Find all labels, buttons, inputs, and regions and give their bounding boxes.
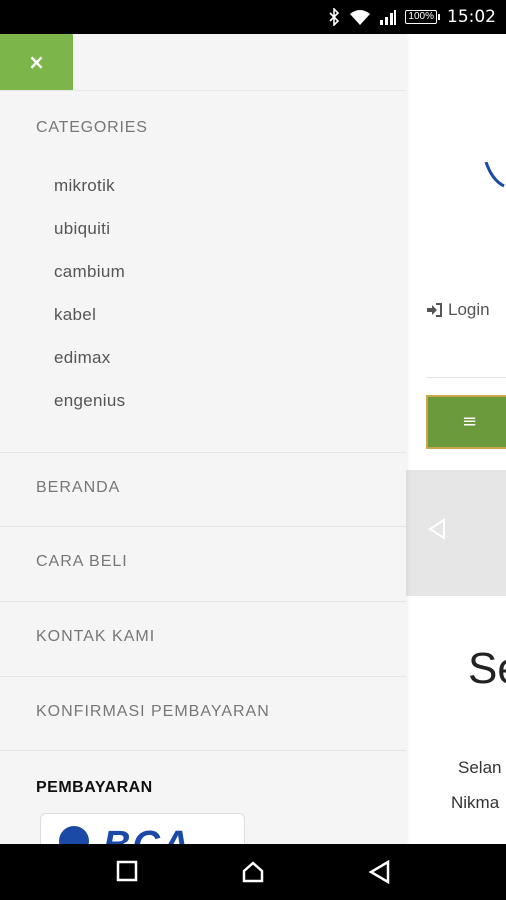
nav-drawer: × CATEGORIES mikrotik ubiquiti cambium k… [0,34,406,844]
nav-item-kontak-kami[interactable]: KONTAK KAMI [0,601,406,675]
bank-logo-text: BCA [103,824,191,844]
category-item-engenius[interactable]: engenius [54,389,125,432]
payment-heading: PEMBAYARAN [36,779,153,796]
category-item-cambium[interactable]: cambium [54,260,125,303]
category-item-kabel[interactable]: kabel [54,303,125,346]
nav-item-konfirmasi-pembayaran[interactable]: KONFIRMASI PEMBAYARAN [0,676,406,750]
category-list: mikrotik ubiquiti cambium kabel edimax e… [54,174,125,432]
slider-prev-icon[interactable] [428,518,446,540]
bca-logo-icon [59,826,89,844]
status-bar: 100% 15:02 [0,0,506,34]
login-label: Login [448,300,490,319]
close-drawer-button[interactable]: × [0,34,73,90]
nav-item-label: CARA BELI [36,553,128,570]
bank-logo-card: BCA [40,813,245,844]
nav-item-label: BERANDA [36,479,121,496]
hamburger-icon: ≡ [462,411,478,432]
page-text-line: Nikma [451,793,500,812]
category-item-mikrotik[interactable]: mikrotik [54,174,125,217]
category-item-ubiquiti[interactable]: ubiquiti [54,217,125,260]
page-content: Login ≡ Se Selan Nikma [406,34,506,844]
login-link[interactable]: Login [426,300,490,320]
menu-toggle-button[interactable]: ≡ [426,395,506,449]
back-icon[interactable] [368,860,390,884]
divider [426,377,506,378]
nav-item-cara-beli[interactable]: CARA BELI [0,526,406,600]
nav-item-label: KONTAK KAMI [36,628,156,645]
logo-icon [484,162,505,188]
app-screen: Login ≡ Se Selan Nikma × CATEGORIES mikr… [0,34,506,844]
page-text-line: Selan [458,758,502,777]
battery-icon: 100% [405,10,440,24]
category-item-edimax[interactable]: edimax [54,346,125,389]
status-time: 15:02 [447,7,496,27]
system-nav-bar [0,844,506,900]
wifi-icon [350,10,371,25]
close-icon: × [28,50,45,74]
recents-icon[interactable] [116,860,138,882]
nav-item-label: KONFIRMASI PEMBAYARAN [36,703,270,720]
categories-heading: CATEGORIES [36,119,148,136]
page-title: Se [468,644,506,693]
bluetooth-icon [329,8,340,26]
signal-icon [380,10,397,25]
divider [0,90,406,91]
status-icons: 100% 15:02 [327,0,496,34]
sign-in-icon [427,303,442,317]
nav-item-beranda[interactable]: BERANDA [0,452,406,526]
banner-slider [406,470,506,596]
home-icon[interactable] [241,860,265,884]
